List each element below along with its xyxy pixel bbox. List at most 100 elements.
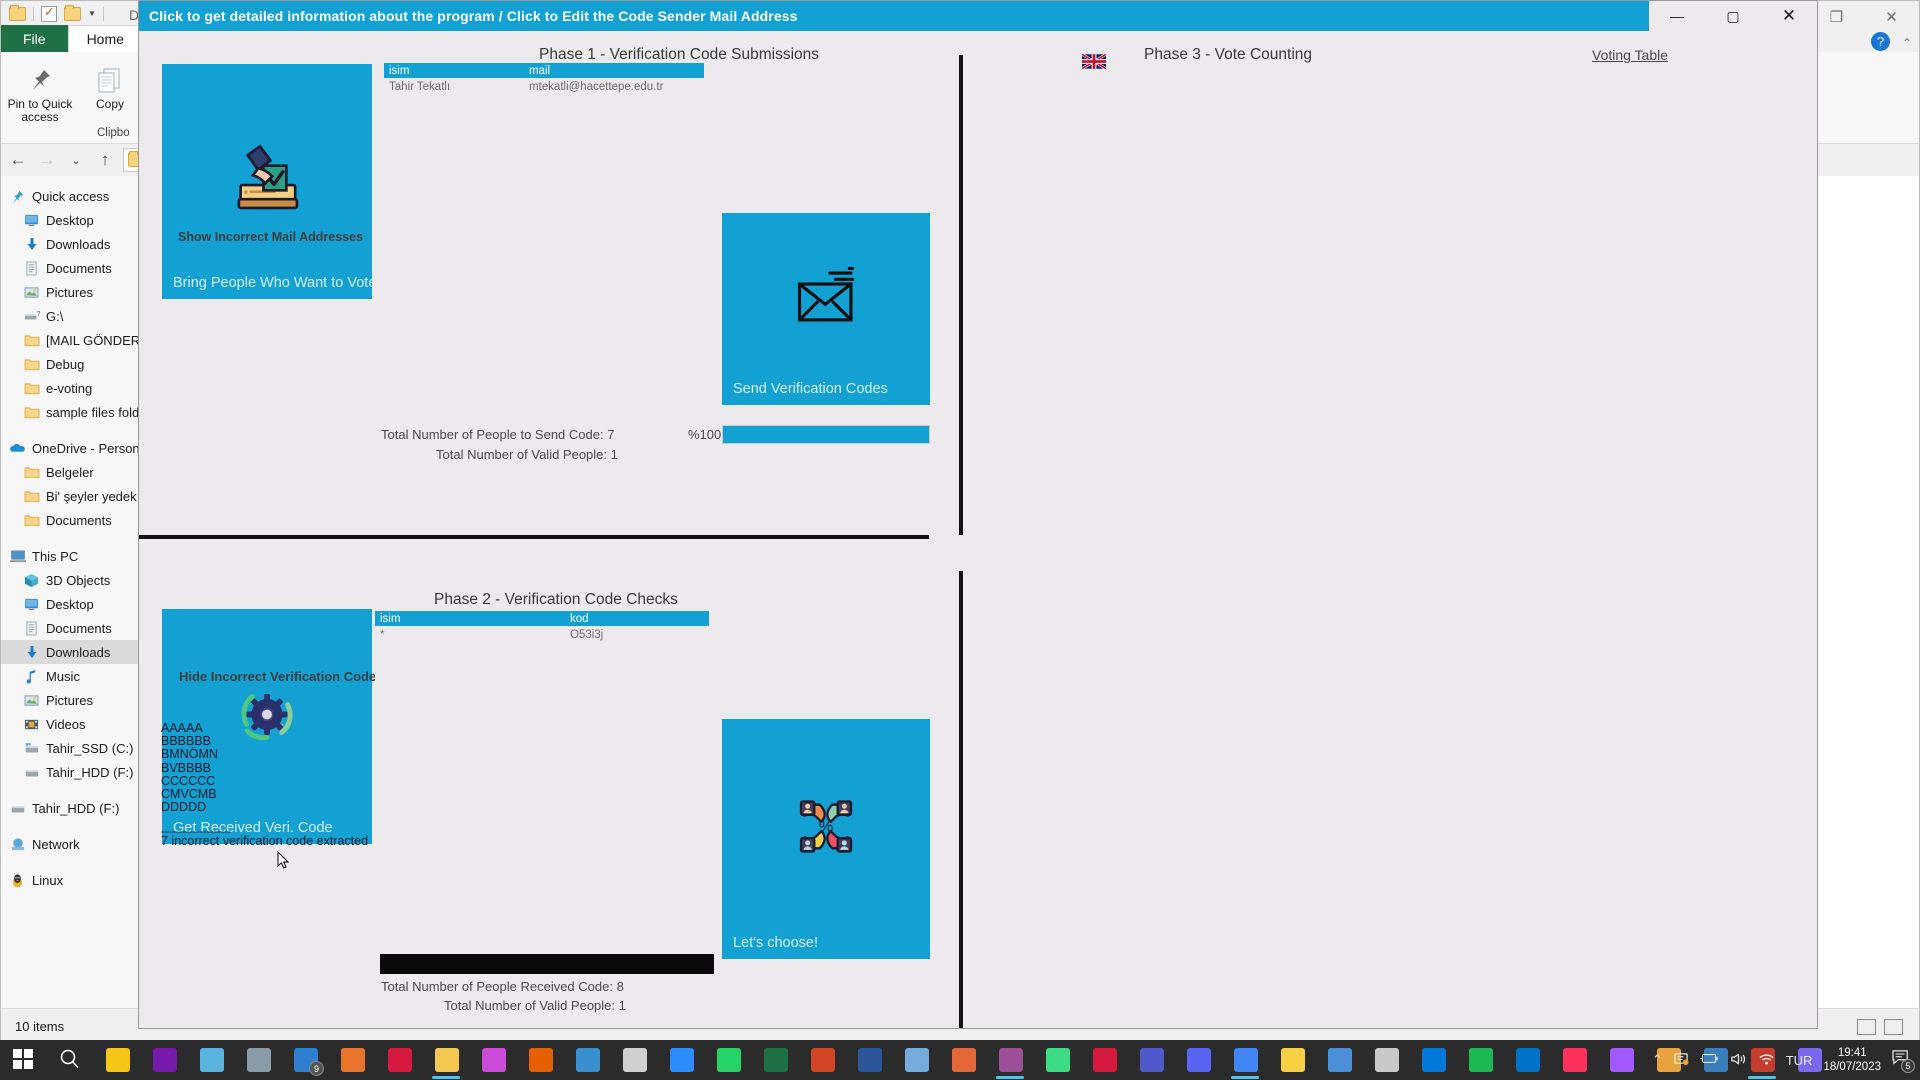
table-row[interactable]: Tahir Tekatlı mtekatli@hacettepe.edu.tr <box>384 78 704 95</box>
onenote[interactable] <box>141 1040 188 1080</box>
properties-icon[interactable] <box>41 4 57 22</box>
chrome[interactable] <box>1222 1040 1269 1080</box>
sidebar-item-tahir-ssd-c[interactable]: Tahir_SSD (C:) <box>1 736 139 760</box>
paint[interactable] <box>470 1040 517 1080</box>
battery-icon[interactable] <box>1700 1052 1719 1068</box>
column-header[interactable]: kod <box>565 613 709 625</box>
sidebar-item-desktop[interactable]: Desktop <box>1 592 139 616</box>
sidebar-item-sample-files-fold[interactable]: sample files fold <box>1 400 139 424</box>
zoom[interactable] <box>658 1040 705 1080</box>
search-button[interactable] <box>47 1040 94 1080</box>
sidebar-item-pictures[interactable]: Pictures <box>1 280 139 304</box>
show-incorrect-mails-button[interactable]: Show Incorrect Mail Addresses <box>178 230 363 244</box>
sidebar-item-desktop[interactable]: Desktop <box>1 208 139 232</box>
recent-locations-button[interactable]: ⌄ <box>65 154 87 167</box>
volume-icon[interactable] <box>1730 1052 1747 1069</box>
table-body[interactable]: * O53i3j <box>375 626 709 746</box>
sidebar-item-downloads[interactable]: Downloads <box>1 640 139 664</box>
app-close-button[interactable]: ✕ <box>1761 1 1817 31</box>
firefox[interactable] <box>517 1040 564 1080</box>
visual-studio[interactable] <box>987 1040 1034 1080</box>
android-studio[interactable] <box>1034 1040 1081 1080</box>
matlab[interactable] <box>940 1040 987 1080</box>
sidebar-item-tahir-hdd-f[interactable]: Tahir_HDD (F:) <box>1 760 139 784</box>
app-maximize-button[interactable]: ▢ <box>1705 1 1761 31</box>
chevron-down-icon[interactable]: ▼ <box>88 10 96 18</box>
sidebar-item-tahir-hdd-f[interactable]: Tahir_HDD (F:) <box>1 796 139 820</box>
sidebar-item-e-voting[interactable]: e-voting <box>1 376 139 400</box>
folder-icon[interactable] <box>9 5 26 21</box>
sidebar-item-linux[interactable]: Linux <box>1 868 139 892</box>
spotify[interactable] <box>1457 1040 1504 1080</box>
app-titlebar[interactable]: Click to get detailed information about … <box>139 1 1817 31</box>
sidebar-item-music[interactable]: Music <box>1 664 139 688</box>
sidebar-item-g[interactable]: ? G:\ <box>1 304 139 328</box>
sidebar-item-documents[interactable]: Documents <box>1 508 139 532</box>
tab-file[interactable]: File <box>1 25 68 52</box>
sidebar-item-documents[interactable]: Documents <box>1 256 139 280</box>
chevron-up-icon[interactable]: ⌃ <box>1652 1052 1663 1068</box>
rstudio[interactable] <box>893 1040 940 1080</box>
uk-flag-icon[interactable] <box>1081 53 1107 70</box>
sidebar-item-belgeler[interactable]: Belgeler <box>1 460 139 484</box>
powerpoint[interactable] <box>799 1040 846 1080</box>
table-body[interactable]: Tahir Tekatlı mtekatli@hacettepe.edu.tr <box>384 78 704 198</box>
quick-access-toolbar[interactable]: ▼ <box>9 4 104 22</box>
sidebar-item-debug[interactable]: Debug <box>1 352 139 376</box>
sidebar-item-this-pc[interactable]: This PC <box>1 544 139 568</box>
sidebar-item-bi-eyler-yedek[interactable]: Bi' şeyler yedek <box>1 484 139 508</box>
adobe-app[interactable] <box>376 1040 423 1080</box>
mail[interactable]: 9 <box>282 1040 329 1080</box>
word[interactable] <box>846 1040 893 1080</box>
onedrive-sync-icon[interactable] <box>1674 1052 1689 1069</box>
column-header[interactable]: isim <box>375 613 565 625</box>
settings[interactable] <box>1363 1040 1410 1080</box>
column-header[interactable]: isim <box>384 65 524 77</box>
discord[interactable] <box>1175 1040 1222 1080</box>
pdf-reader[interactable] <box>1081 1040 1128 1080</box>
sidebar-item-documents[interactable]: Documents <box>1 616 139 640</box>
column-header[interactable]: mail <box>524 65 704 77</box>
table-row[interactable]: * O53i3j <box>375 626 709 643</box>
store[interactable] <box>564 1040 611 1080</box>
app-title-text[interactable]: Click to get detailed information about … <box>149 8 798 24</box>
app-minimize-button[interactable]: — <box>1649 1 1705 31</box>
sticky-notes[interactable] <box>94 1040 141 1080</box>
lets-choose-tile[interactable]: % Let's choose! <box>722 719 930 959</box>
bring-voters-tile[interactable]: Bring People Who Want to Vote <box>162 64 372 299</box>
pin-to-quick-access-button[interactable]: Pin to Quick access <box>5 56 75 124</box>
phase2-codes-table[interactable]: isim kod * O53i3j <box>375 611 709 746</box>
excel[interactable] <box>752 1040 799 1080</box>
analytics-app[interactable] <box>1316 1040 1363 1080</box>
up-button[interactable]: ↑ <box>94 150 116 170</box>
wifi-icon[interactable] <box>1758 1052 1775 1069</box>
browser-alt[interactable] <box>329 1040 376 1080</box>
sidebar-item-mail-g-nderi[interactable]: [MAIL GÖNDERİ <box>1 328 139 352</box>
sidebar-item-pictures[interactable]: Pictures <box>1 688 139 712</box>
phase1-submissions-table[interactable]: isim mail Tahir Tekatlı mtekatli@hacettepe.… <box>384 63 704 198</box>
outlook[interactable] <box>1504 1040 1551 1080</box>
explorer-navigation-pane[interactable]: Quick access Desktop Downloads Documents Pic… <box>1 176 139 1008</box>
start-button[interactable] <box>0 1040 47 1080</box>
sidebar-item-network[interactable]: Network <box>1 832 139 856</box>
sidebar-item-quick-access[interactable]: Quick access <box>1 184 139 208</box>
send-codes-tile[interactable]: Send Verification Codes <box>722 213 930 405</box>
calculator[interactable] <box>235 1040 282 1080</box>
voting-table-link[interactable]: Voting Table <box>1592 47 1668 63</box>
help-icon[interactable]: ? <box>1871 32 1890 51</box>
people[interactable] <box>188 1040 235 1080</box>
action-center-button[interactable]: 5 <box>1892 1049 1915 1073</box>
copy-button[interactable]: Copy <box>75 56 145 124</box>
forward-button[interactable]: → <box>36 150 58 170</box>
back-button[interactable]: ← <box>7 150 29 170</box>
sidebar-item-videos[interactable]: Videos <box>1 712 139 736</box>
notepad[interactable] <box>611 1040 658 1080</box>
details-view-button[interactable] <box>1857 1018 1876 1035</box>
sidebar-item-3d-objects[interactable]: 3D Objects <box>1 568 139 592</box>
intellij[interactable] <box>1551 1040 1598 1080</box>
hide-incorrect-codes-button[interactable]: Hide Incorrect Verification Codes <box>179 669 383 684</box>
ribbon-collapse-icon[interactable]: ⌃ <box>1902 36 1912 50</box>
new-folder-icon[interactable] <box>64 5 81 21</box>
whatsapp[interactable] <box>705 1040 752 1080</box>
sidebar-item-downloads[interactable]: Downloads <box>1 232 139 256</box>
